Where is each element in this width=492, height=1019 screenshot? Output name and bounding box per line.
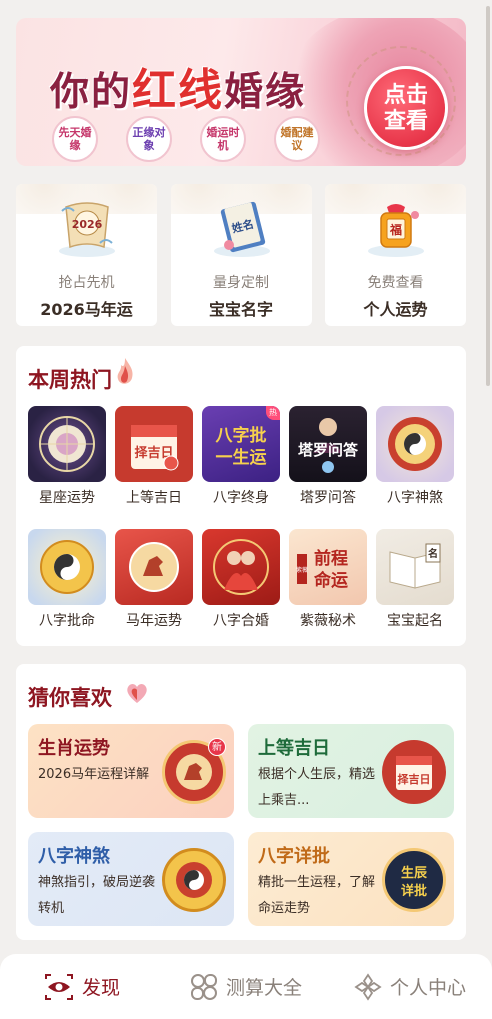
feature-title: 2026马年运 (40, 300, 133, 319)
banner-tags: 先天婚缘 正缘对象 婚运时机 婚配建议 (52, 116, 320, 162)
hot-grid: 星座运势 择吉日 上等吉日 八字批一生运 热 八字终身 塔罗问答 塔罗问答 八 (28, 406, 454, 630)
bottom-navigation: 发现 测算大全 个人中心 (0, 954, 492, 1019)
horse-year-icon (115, 529, 193, 605)
banner-tag: 正缘对象 (126, 116, 172, 162)
scrollbar[interactable] (486, 6, 490, 386)
hot-item-lucky-day[interactable]: 择吉日 上等吉日 (115, 406, 193, 507)
nav-label: 发现 (81, 977, 120, 999)
guess-card-bazi-shensha[interactable]: 八字神煞 神煞指引，破局逆袭转机 (28, 832, 234, 926)
guess-card-lucky-day[interactable]: 上等吉日 根据个人生辰，精选上乘吉... 择吉日 (248, 724, 454, 818)
svg-text:择吉日: 择吉日 (398, 772, 431, 786)
grid-circles-icon (190, 973, 217, 1000)
nav-discover[interactable]: 发现 (0, 954, 164, 1019)
svg-text:塔罗问答: 塔罗问答 (298, 441, 359, 459)
feature-title: 宝宝名字 (208, 300, 273, 319)
nav-label: 测算大全 (225, 977, 302, 999)
nav-all-calculations[interactable]: 测算大全 (164, 954, 328, 1019)
feature-title: 个人运势 (363, 300, 428, 319)
svg-text:详批: 详批 (401, 883, 427, 899)
hot-badge: 热 (266, 406, 280, 420)
svg-text:生辰: 生辰 (401, 865, 428, 881)
name-book-icon: 姓名 (207, 196, 277, 260)
feature-card-personal-fortune[interactable]: 福 免费查看 个人运势 (325, 184, 466, 326)
bagua-medallion-icon (162, 848, 226, 912)
bazi-lifetime-icon: 八字批 一生运 热 (202, 406, 280, 482)
couple-icon (202, 529, 280, 605)
guess-card-zodiac-fortune[interactable]: 生肖运势 2026马年运程详解 新 (28, 724, 234, 818)
svg-text:名: 名 (428, 547, 438, 560)
banner-tag: 先天婚缘 (52, 116, 98, 162)
lucky-day-calendar-icon: 择吉日 (115, 406, 193, 482)
hot-this-week-section: 本周热门 星座运势 择吉日 上等吉日 八字批 一生运 热 八字终身 塔罗问答 塔… (16, 346, 466, 646)
nav-label: 个人中心 (389, 977, 466, 999)
svg-text:一生运: 一生运 (216, 447, 267, 468)
user-center-icon (354, 972, 382, 1001)
banner-title: 你的红线婚缘 (50, 65, 307, 116)
svg-text:命运: 命运 (313, 570, 348, 591)
section-title: 本周热门 (28, 367, 112, 392)
feature-card-baby-name[interactable]: 姓名 量身定制 宝宝名字 (170, 184, 312, 326)
banner-tag: 婚运时机 (200, 116, 246, 162)
eye-icon (44, 973, 73, 1000)
svg-text:八字批: 八字批 (216, 425, 267, 446)
feature-subtitle: 免费查看 (367, 275, 424, 291)
nav-personal-center[interactable]: 个人中心 (328, 954, 492, 1019)
tarot-icon: 塔罗问答 (289, 406, 367, 482)
red-thread-marriage-banner[interactable]: 你的红线婚缘 先天婚缘 正缘对象 婚运时机 婚配建议 点击查看 (16, 18, 466, 166)
hot-item-horse-year[interactable]: 马年运势 (115, 529, 193, 630)
guess-card-bazi-detail[interactable]: 八字详批 精批一生运程，了解命运走势 生辰 详批 (248, 832, 454, 926)
feature-subtitle: 抢占先机 (58, 275, 115, 291)
zodiac-wheel-icon (28, 406, 106, 482)
hot-item-bazi-lifetime[interactable]: 八字批 一生运 热 八字终身 (202, 406, 280, 507)
svg-text:前程: 前程 (314, 548, 348, 569)
new-badge: 新 (208, 738, 226, 756)
hot-item-constellation[interactable]: 星座运势 (28, 406, 106, 507)
hot-item-ziwei[interactable]: 前程 命运 紫薇 紫薇秘术 (289, 529, 367, 630)
hot-item-tarot[interactable]: 塔罗问答 塔罗问答 (289, 406, 367, 507)
ziwei-icon: 前程 命运 紫薇 (289, 529, 367, 605)
guess-you-like-section: 猜你喜欢 生肖运势 2026马年运程详解 新 上等吉日 根据个人生辰，精选上乘吉… (16, 664, 466, 940)
hot-item-bazi-fate[interactable]: 八字批命 (28, 529, 106, 630)
svg-text:福: 福 (389, 222, 402, 237)
flame-icon (117, 358, 133, 384)
calendar-scroll-icon: 2026 (52, 196, 122, 260)
open-book-icon: 名 (376, 529, 454, 605)
feature-card-2026-horse-year[interactable]: 2026 抢占先机 2026马年运 (16, 184, 157, 326)
bagua-wheel-icon (376, 406, 454, 482)
yinyang-icon (28, 529, 106, 605)
banner-tag: 婚配建议 (274, 116, 320, 162)
svg-text:2026: 2026 (72, 218, 103, 231)
click-to-view-button[interactable]: 点击查看 (364, 66, 448, 150)
lucky-day-icon: 择吉日 (382, 740, 446, 804)
life-detail-icon: 生辰 详批 (382, 848, 446, 912)
svg-text:紫薇: 紫薇 (296, 566, 308, 574)
section-title: 猜你喜欢 (28, 685, 112, 710)
hot-item-bazi-shensha[interactable]: 八字神煞 (376, 406, 454, 507)
feature-subtitle: 量身定制 (213, 275, 269, 291)
fortune-bag-icon: 福 (361, 196, 431, 260)
feature-cards: 2026 抢占先机 2026马年运 姓名 量身定制 宝宝名字 福 免费查看 个人… (16, 184, 466, 326)
hot-item-baby-naming[interactable]: 名 宝宝起名 (376, 529, 454, 630)
hot-item-bazi-marriage[interactable]: 八字合婚 (202, 529, 280, 630)
heart-icon (127, 684, 147, 703)
